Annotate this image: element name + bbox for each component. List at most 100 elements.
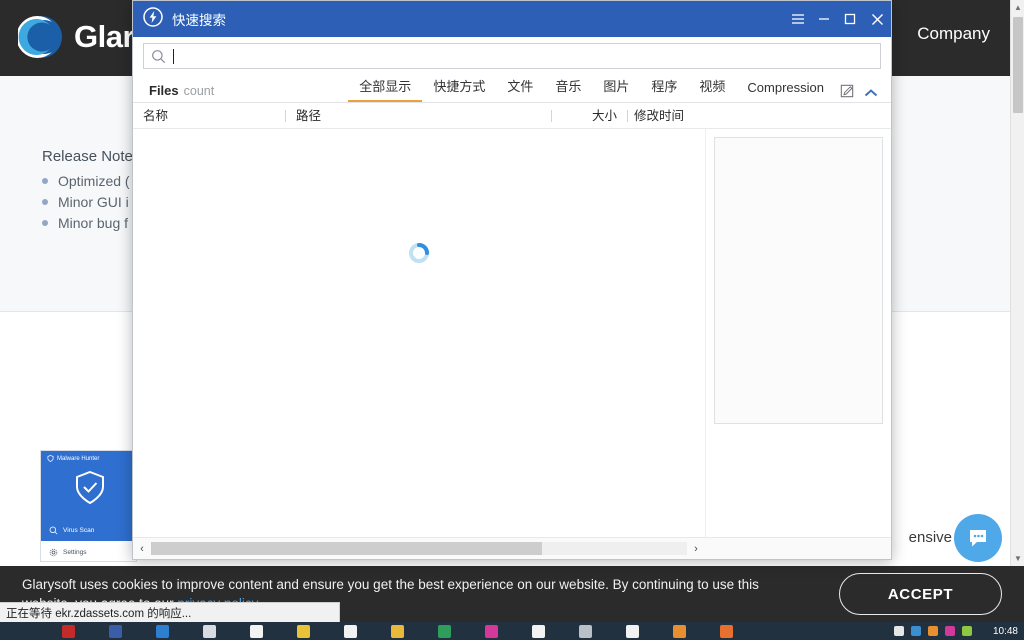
results-body xyxy=(133,129,891,537)
preview-content xyxy=(714,137,883,424)
app-icon-printer[interactable] xyxy=(579,624,592,638)
malware-hunter-widget[interactable]: Malware Hunter Virus Scan Settings xyxy=(40,450,137,562)
loading-spinner-icon xyxy=(407,241,431,270)
shield-check-big-icon xyxy=(75,470,105,510)
background-text-fragment: ensive xyxy=(908,529,952,546)
tab-6[interactable]: 视频 xyxy=(688,76,736,102)
tab-3[interactable]: 音乐 xyxy=(544,76,592,102)
maximize-button[interactable] xyxy=(837,1,863,37)
app-icon-document3[interactable] xyxy=(532,624,545,638)
chat-widget-button[interactable] xyxy=(954,514,1002,562)
tab-0[interactable]: 全部显示 xyxy=(348,76,423,102)
column-header-path[interactable]: 路径 xyxy=(286,103,551,129)
files-count: count xyxy=(183,84,215,98)
list-item: Optimized ( xyxy=(42,170,130,191)
list-item: Minor bug f xyxy=(42,212,130,233)
app-icon-document2[interactable] xyxy=(344,624,357,638)
scrollbar-thumb[interactable] xyxy=(1013,17,1023,113)
malware-hunter-title-row: Malware Hunter xyxy=(47,455,99,462)
tray-icon-text[interactable] xyxy=(894,626,904,636)
tab-2[interactable]: 文件 xyxy=(496,76,544,102)
app-icon-orange[interactable] xyxy=(673,624,686,638)
scroll-left-arrow-icon[interactable]: ‹ xyxy=(133,538,151,560)
release-note-text: Optimized ( xyxy=(58,172,130,189)
glary-moon-logo-icon xyxy=(16,14,64,60)
bullet-icon xyxy=(42,219,48,226)
accept-button[interactable]: ACCEPT xyxy=(839,573,1002,615)
files-label: Files count xyxy=(149,83,214,98)
app-icon-document4[interactable] xyxy=(626,624,639,638)
tray-icon-pink[interactable] xyxy=(945,626,955,636)
taskbar-clock[interactable]: 10:48 xyxy=(993,626,1018,637)
malware-hunter-item-virus-scan[interactable]: Virus Scan xyxy=(41,519,136,541)
scrollbar-track[interactable] xyxy=(151,542,687,555)
scroll-down-arrow-icon[interactable]: ▼ xyxy=(1011,551,1024,566)
maximize-icon xyxy=(844,13,856,25)
app-icon-pink[interactable] xyxy=(485,624,498,638)
malware-hunter-header: Malware Hunter xyxy=(41,451,136,519)
search-icon xyxy=(152,49,166,63)
gear-icon xyxy=(49,548,58,556)
release-note-text: Minor bug f xyxy=(58,214,129,231)
app-icon-editor[interactable] xyxy=(109,624,122,638)
results-list[interactable] xyxy=(133,129,705,537)
system-tray[interactable] xyxy=(894,626,972,636)
app-icon-folder[interactable] xyxy=(391,624,404,638)
malware-hunter-title: Malware Hunter xyxy=(57,455,100,462)
tray-icon-green[interactable] xyxy=(962,626,972,636)
nav-item-company[interactable]: Company xyxy=(917,24,990,44)
page-scrollbar[interactable]: ▲ ▼ xyxy=(1010,0,1024,566)
app-icon-notes[interactable] xyxy=(156,624,169,638)
app-icon-browser[interactable] xyxy=(438,624,451,638)
bullet-icon xyxy=(42,198,48,205)
files-label-text: Files xyxy=(149,83,179,98)
app-icon-document[interactable] xyxy=(250,624,263,638)
hamburger-menu-icon xyxy=(792,14,804,24)
column-header-size[interactable]: 大小 xyxy=(552,103,627,129)
tab-7[interactable]: Compression xyxy=(736,80,835,102)
close-icon xyxy=(871,13,883,25)
malware-hunter-item-settings[interactable]: Settings xyxy=(41,541,136,561)
column-headers: 名称 路径 大小 修改时间 xyxy=(133,103,891,129)
release-note-text: Minor GUI i xyxy=(58,193,129,210)
preview-panel xyxy=(705,129,891,537)
brand[interactable]: Glary xyxy=(16,14,151,60)
app-icon-media[interactable] xyxy=(203,624,216,638)
window-titlebar[interactable]: 快速搜索 xyxy=(133,1,891,37)
close-button[interactable] xyxy=(863,1,891,37)
app-icon-seven[interactable] xyxy=(297,624,310,638)
tray-icon-orange[interactable] xyxy=(928,626,938,636)
tab-5[interactable]: 程序 xyxy=(640,76,688,102)
chat-bubble-icon xyxy=(970,530,986,547)
collapse-chevron-up-icon[interactable] xyxy=(859,88,883,102)
scroll-up-arrow-icon[interactable]: ▲ xyxy=(1011,0,1024,15)
search-input[interactable] xyxy=(143,43,881,69)
taskbar[interactable]: 10:48 xyxy=(0,622,1024,640)
browser-status-bar: 正在等待 ekr.zdassets.com 的响应... xyxy=(0,602,340,622)
tray-icon-blue[interactable] xyxy=(911,626,921,636)
search-row xyxy=(133,37,891,77)
scrollbar-thumb[interactable] xyxy=(151,542,543,555)
column-header-modified[interactable]: 修改时间 xyxy=(628,103,694,129)
list-item: Minor GUI i xyxy=(42,191,130,212)
menu-button[interactable] xyxy=(785,1,811,37)
minimize-button[interactable] xyxy=(811,1,837,37)
lightning-bolt-icon xyxy=(143,6,163,32)
magnifier-scan-icon xyxy=(49,526,58,534)
tab-4[interactable]: 图片 xyxy=(592,76,640,102)
window-title: 快速搜索 xyxy=(172,13,226,28)
scroll-right-arrow-icon[interactable]: › xyxy=(687,538,705,560)
malware-hunter-item-label: Settings xyxy=(63,548,87,556)
app-icon-ring[interactable] xyxy=(720,624,733,638)
app-icon-pdf[interactable] xyxy=(62,624,75,638)
edit-tabs-icon[interactable] xyxy=(835,84,859,102)
tab-1[interactable]: 快捷方式 xyxy=(422,76,496,102)
text-caret xyxy=(173,48,174,64)
malware-hunter-item-label: Virus Scan xyxy=(63,526,95,534)
horizontal-scrollbar[interactable]: ‹ › xyxy=(133,537,891,559)
window-controls xyxy=(785,1,891,37)
tab-bar: Files count 全部显示 快捷方式 文件 音乐 图片 程序 视频 Compression xyxy=(133,77,891,103)
bullet-icon xyxy=(42,177,48,184)
column-header-name[interactable]: 名称 xyxy=(133,103,285,129)
release-notes-list: Optimized ( Minor GUI i Minor bug f xyxy=(42,170,130,233)
